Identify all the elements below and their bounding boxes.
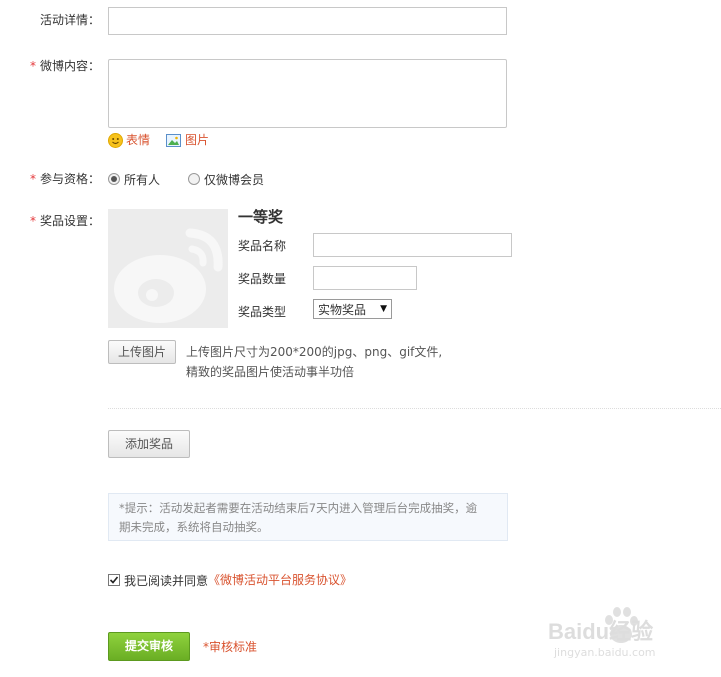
emoji-link[interactable]: 表情 [108,132,150,148]
prize-qty-input[interactable] [313,266,417,290]
details-input[interactable] [108,7,507,35]
divider [108,408,721,409]
upload-hint-1: 上传图片尺寸为200*200的jpg、png、gif文件, [186,345,443,359]
image-link[interactable]: 图片 [166,132,209,148]
eligibility-option-all[interactable]: 所有人 [108,171,160,187]
eligibility-option-members-label: 仅微博会员 [204,172,265,187]
prize-label: * 奖品设置： [29,214,100,228]
agreement-checkbox[interactable] [108,574,120,586]
review-standards-link[interactable]: *审核标准 [203,639,257,655]
notice-box: *提示：活动发起者需要在活动结束后7天内进入管理后台完成抽奖，逾 期未完成，系统… [108,493,508,541]
notice-line-1: *提示：活动发起者需要在活动结束后7天内进入管理后台完成抽奖，逾 [119,501,478,515]
prize-type-value: 实物奖品 [318,302,367,317]
smiley-icon [108,132,123,148]
image-link-label: 图片 [185,133,210,147]
content-label: * 微博内容： [29,59,100,73]
prize-type-select[interactable]: 实物奖品 ▼ [313,299,392,319]
weibo-logo-icon [114,228,223,323]
agreement-link[interactable]: 《微博活动平台服务协议》 [208,572,352,588]
upload-image-button[interactable]: 上传图片 [108,340,176,364]
chevron-down-icon: ▼ [380,304,387,314]
watermark-url: jingyan.baidu.com [554,646,656,659]
prize-qty-label: 奖品数量 [238,272,287,286]
prize-title: 一等奖 [238,208,284,226]
required-mark: * [29,214,36,228]
eligibility-option-members[interactable]: 仅微博会员 [188,171,264,187]
prize-type-label: 奖品类型 [238,305,287,319]
required-mark: * [29,59,36,73]
prize-name-label: 奖品名称 [238,239,287,253]
prize-name-input[interactable] [313,233,512,257]
agreement-row: 我已阅读并同意 《微博活动平台服务协议》 [108,572,352,588]
picture-icon [166,133,181,147]
radio-members[interactable] [188,173,200,185]
radio-all[interactable] [108,173,120,185]
agreement-prefix: 我已阅读并同意 [124,573,209,588]
watermark-brand: Baidu经验 [548,619,654,644]
required-mark: * [29,172,36,186]
upload-hint-2: 精致的奖品图片使活动事半功倍 [186,365,355,379]
emoji-link-label: 表情 [126,133,151,147]
content-textarea[interactable] [108,59,507,128]
baidu-jingyan-watermark: Baidu经验 jingyan.baidu.com [548,600,718,670]
details-label: 活动详情： [39,13,100,27]
add-prize-button[interactable]: 添加奖品 [108,430,190,458]
eligibility-option-all-label: 所有人 [124,172,161,187]
submit-review-button[interactable]: 提交审核 [108,632,190,661]
prize-image-placeholder [108,209,228,328]
notice-line-2: 期未完成，系统将自动抽奖。 [119,520,269,534]
eligibility-label: * 参与资格： [29,172,100,186]
